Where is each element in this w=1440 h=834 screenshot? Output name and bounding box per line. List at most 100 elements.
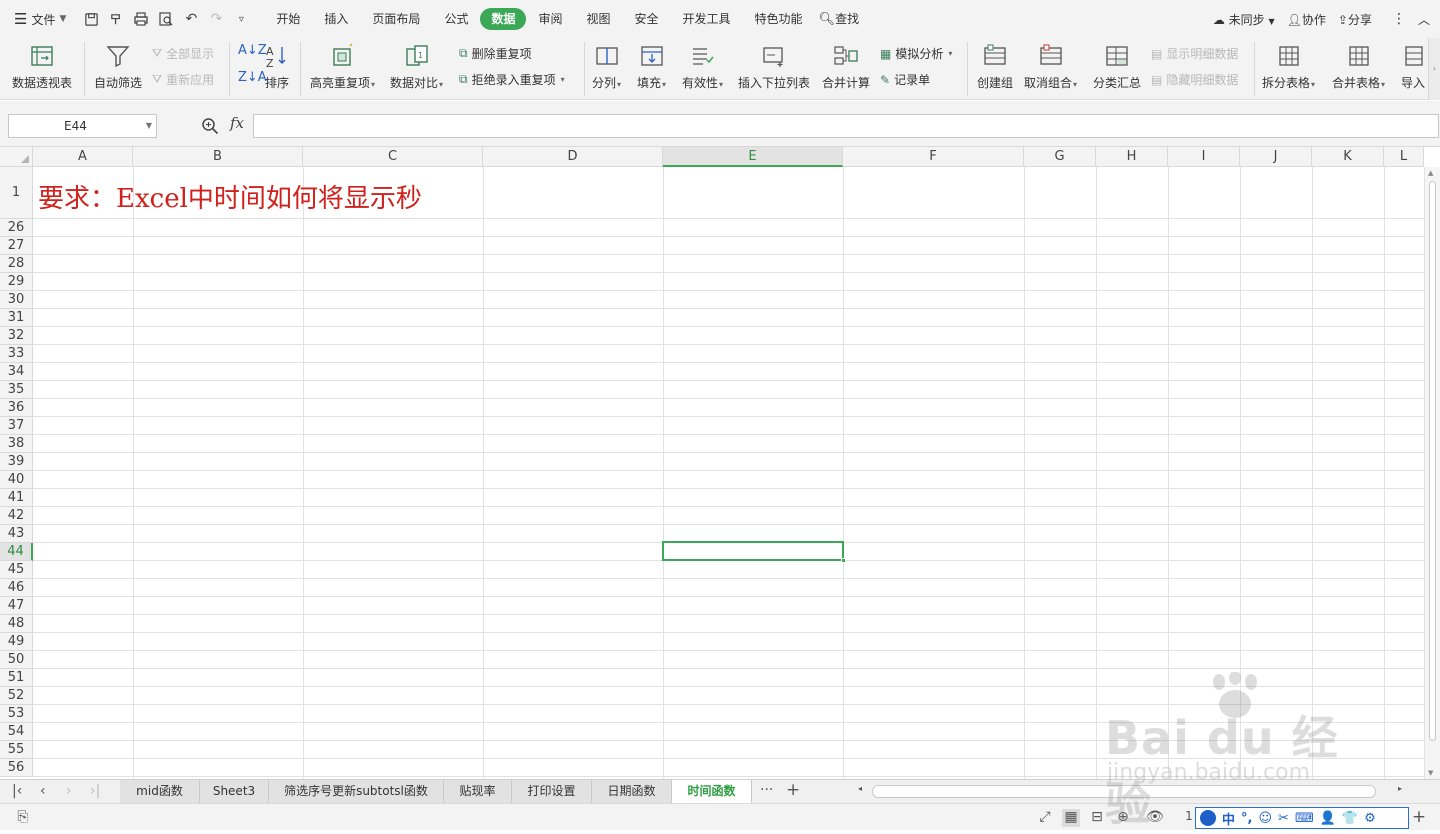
collab-button[interactable]: 👤︎协作 (1287, 11, 1326, 28)
scroll-right-icon[interactable]: ▸ (1398, 784, 1402, 793)
sheet-tab-subtotal[interactable]: 筛选序号更新subtotsl函数 (269, 780, 444, 803)
what-if-analysis-button[interactable]: ▦ 模拟分析 ▾ (880, 45, 952, 62)
show-all-button[interactable]: ⛛ 全部显示 (152, 45, 214, 62)
undo-icon[interactable]: ↶ (182, 10, 200, 28)
row-header-36[interactable]: 36 (0, 399, 33, 417)
row-header-44[interactable]: 44 (0, 543, 33, 561)
collapse-ribbon-icon[interactable]: ︿ (1418, 11, 1430, 28)
row-header-42[interactable]: 42 (0, 507, 33, 525)
scroll-left-icon[interactable]: ◂ (858, 784, 862, 793)
print-preview-icon[interactable] (157, 10, 175, 28)
fullscreen-icon[interactable]: ⤢ (1036, 809, 1054, 827)
ime-settings-icon[interactable]: ⚙ (1364, 811, 1376, 826)
zoom-in-icon[interactable]: + (1410, 807, 1428, 827)
ime-logo-icon[interactable] (1200, 810, 1216, 826)
row-header-45[interactable]: 45 (0, 561, 33, 579)
sheet-tab-print-settings[interactable]: 打印设置 (512, 780, 592, 803)
reading-layout-icon[interactable]: ⊕ (1114, 809, 1132, 827)
redo-icon[interactable]: ↷ (207, 10, 225, 28)
customize-toolbar-icon[interactable]: ▿ (232, 10, 250, 28)
column-header-f[interactable]: F (843, 147, 1024, 167)
row-header-47[interactable]: 47 (0, 597, 33, 615)
row-header-30[interactable]: 30 (0, 291, 33, 309)
ime-chinese-mode[interactable]: 中 (1222, 809, 1235, 828)
consolidate-button[interactable]: 合并计算 (822, 38, 870, 91)
tab-review[interactable]: 审阅 (526, 8, 574, 30)
tab-view[interactable]: 视图 (574, 8, 622, 30)
column-header-d[interactable]: D (483, 147, 663, 167)
row-header-52[interactable]: 52 (0, 687, 33, 705)
row-header-56[interactable]: 56 (0, 759, 33, 777)
name-box[interactable]: E44 ▼ (8, 114, 157, 138)
row-header-34[interactable]: 34 (0, 363, 33, 381)
remove-duplicates-button[interactable]: ⧉ 删除重复项 (459, 45, 532, 62)
row-header-48[interactable]: 48 (0, 615, 33, 633)
column-header-i[interactable]: I (1168, 147, 1240, 167)
row-header-29[interactable]: 29 (0, 273, 33, 291)
row-header-33[interactable]: 33 (0, 345, 33, 363)
print-icon[interactable] (132, 10, 150, 28)
merge-table-button[interactable]: 合并表格▾ (1332, 38, 1385, 91)
tab-page-layout[interactable]: 页面布局 (360, 8, 432, 30)
vertical-scroll-thumb[interactable] (1429, 181, 1436, 741)
macro-record-icon[interactable]: ⎘ (14, 809, 32, 827)
chevron-down-icon[interactable]: ▼ (146, 115, 152, 137)
column-header-l[interactable]: L (1384, 147, 1424, 167)
ime-user-icon[interactable]: 👤 (1320, 811, 1336, 826)
prev-sheet-icon[interactable]: ‹ (40, 783, 46, 799)
fill-button[interactable]: 填充▾ (637, 38, 666, 91)
row-header-41[interactable]: 41 (0, 489, 33, 507)
more-sheets-icon[interactable]: ··· (760, 782, 773, 798)
ime-emoji-icon[interactable]: ☺ (1258, 811, 1272, 826)
share-button[interactable]: ⇪分享 (1338, 11, 1372, 28)
sheet-tab-discount[interactable]: 贴现率 (444, 780, 512, 803)
tab-security[interactable]: 安全 (623, 8, 671, 30)
select-all-corner[interactable] (0, 147, 33, 167)
last-sheet-icon[interactable]: ›| (90, 783, 100, 799)
eye-protection-icon[interactable]: 👁︎ (1146, 809, 1164, 827)
ungroup-button[interactable]: 取消组合▾ (1024, 38, 1077, 91)
page-break-view-icon[interactable]: ⊟ (1088, 809, 1106, 827)
row-header-46[interactable]: 46 (0, 579, 33, 597)
add-sheet-icon[interactable]: + (786, 780, 800, 800)
ime-screenshot-icon[interactable]: ✂ (1278, 811, 1289, 826)
ime-keyboard-icon[interactable]: ⌨ (1295, 811, 1314, 826)
scroll-down-icon[interactable]: ▼ (1428, 769, 1433, 777)
row-header-38[interactable]: 38 (0, 435, 33, 453)
hide-detail-button[interactable]: ▤ 隐藏明细数据 (1151, 71, 1238, 88)
subtotal-button[interactable]: 分类汇总 (1093, 38, 1141, 91)
data-compare-button[interactable]: 1 数据对比▾ (390, 38, 443, 91)
pivot-table-button[interactable]: 数据透视表 (12, 38, 72, 91)
import-button[interactable]: 导入 (1400, 38, 1426, 91)
column-header-h[interactable]: H (1096, 147, 1168, 167)
ime-punctuation-icon[interactable]: °, (1241, 811, 1252, 826)
row-header-49[interactable]: 49 (0, 633, 33, 651)
highlight-duplicates-button[interactable]: 高亮重复项▾ (310, 38, 375, 91)
show-detail-button[interactable]: ▤ 显示明细数据 (1151, 45, 1238, 62)
sheet-tab-mid[interactable]: mid函数 (120, 780, 200, 803)
row-header-39[interactable]: 39 (0, 453, 33, 471)
row-header-37[interactable]: 37 (0, 417, 33, 435)
create-group-button[interactable]: 创建组 (977, 38, 1013, 91)
format-painter-icon[interactable] (107, 10, 125, 28)
sheet-tab-time-functions[interactable]: 时间函数 (672, 780, 752, 803)
row-header-50[interactable]: 50 (0, 651, 33, 669)
cell-a1-title[interactable]: 要求：Excel中时间如何将显示秒 (38, 178, 422, 215)
row-header-28[interactable]: 28 (0, 255, 33, 273)
input-method-toolbar[interactable]: 中 °, ☺ ✂ ⌨ 👤 👕 ⚙ (1195, 807, 1409, 829)
row-header-26[interactable]: 26 (0, 219, 33, 237)
insert-dropdown-list-button[interactable]: 插入下拉列表 (738, 38, 810, 91)
tab-special[interactable]: 特色功能 (743, 8, 815, 30)
tab-data[interactable]: 数据 (480, 8, 527, 30)
normal-view-icon[interactable]: ▦ (1062, 809, 1080, 827)
validity-button[interactable]: 有效性▾ (682, 38, 723, 91)
split-table-button[interactable]: 拆分表格▾ (1262, 38, 1315, 91)
sort-ascending-button[interactable]: A↓Z (238, 43, 267, 58)
sort-descending-button[interactable]: Z↓A (238, 70, 267, 85)
more-icon[interactable]: ⋮ (1392, 11, 1406, 27)
text-to-columns-button[interactable]: 分列▾ (592, 38, 621, 91)
row-header-31[interactable]: 31 (0, 309, 33, 327)
scroll-up-icon[interactable]: ▲ (1428, 169, 1433, 177)
ribbon-scroll-right-icon[interactable]: › (1428, 38, 1440, 100)
save-icon[interactable] (82, 10, 100, 28)
